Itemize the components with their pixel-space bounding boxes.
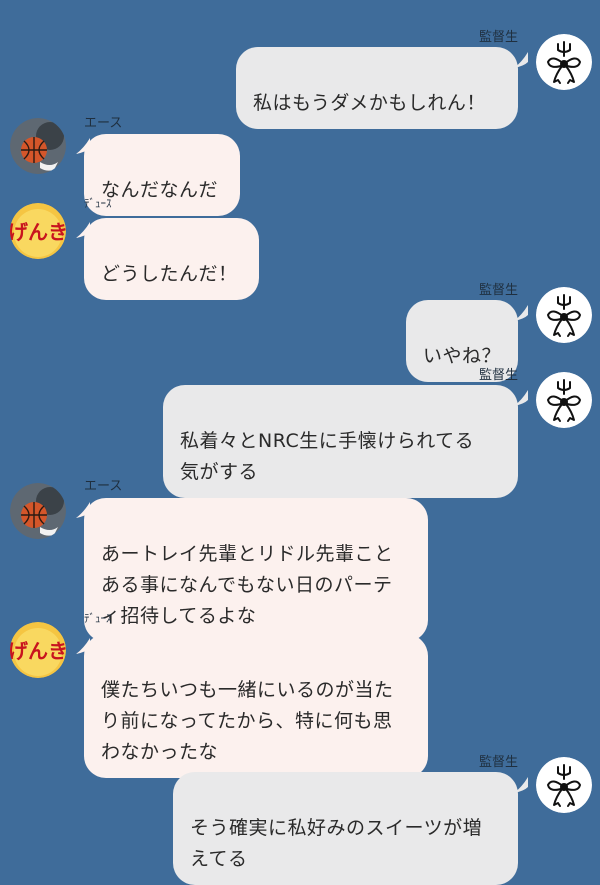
message-row: ﾃﾞｭｰｽ げんき 僕たちいつも一緒にいるのが当た り前になってたから、特に何も… bbox=[0, 610, 600, 778]
bow-trident-avatar[interactable] bbox=[536, 34, 592, 90]
sender-name: 監督生 bbox=[478, 755, 518, 770]
message-row: ﾃﾞｭｰｽ げんき どうしたんだ！ bbox=[0, 195, 600, 300]
bow-trident-avatar[interactable] bbox=[536, 372, 592, 428]
basketball-avatar[interactable] bbox=[10, 483, 66, 539]
sender-name: 監督生 bbox=[478, 30, 518, 45]
message-row: エース なんだなんだ bbox=[0, 110, 600, 216]
genki-label: げんき bbox=[10, 639, 66, 663]
sender-name: ﾃﾞｭｰｽ bbox=[84, 197, 112, 210]
basketball-avatar[interactable] bbox=[10, 118, 66, 174]
sender-name: ﾃﾞｭｰｽ bbox=[84, 612, 112, 625]
sender-name: エース bbox=[84, 479, 123, 494]
bubble-tail bbox=[514, 305, 528, 321]
genki-label: げんき bbox=[10, 220, 66, 244]
message-row: 監督生 私はもうダメかもしれん！ bbox=[0, 0, 600, 129]
message-row: 監督生 いやね？ bbox=[0, 275, 600, 382]
bow-trident-avatar[interactable] bbox=[536, 757, 592, 813]
sender-name: 監督生 bbox=[478, 283, 518, 298]
bubble-tail bbox=[514, 777, 528, 793]
message-bubble[interactable]: そう確実に私好みのスイーツが増 えてる bbox=[173, 772, 518, 885]
message-row: 監督生 そう確実に私好みのスイーツが増 えてる bbox=[0, 745, 600, 885]
genki-avatar[interactable]: げんき bbox=[10, 622, 66, 678]
message-row: エース あートレイ先輩とリドル先輩こと ある事になんでもない日のパーテ ィ招待し… bbox=[0, 475, 600, 642]
message-row: 監督生 私着々とNRC生に手懐けられてる 気がする bbox=[0, 360, 600, 498]
bubble-tail bbox=[514, 390, 528, 406]
sender-name: エース bbox=[84, 116, 123, 131]
genki-avatar[interactable]: げんき bbox=[10, 203, 66, 259]
bow-trident-avatar[interactable] bbox=[536, 287, 592, 343]
bubble-tail bbox=[514, 52, 528, 68]
message-text: そう確実に私好みのスイーツが増 えてる bbox=[190, 817, 483, 870]
sender-name: 監督生 bbox=[478, 368, 518, 383]
